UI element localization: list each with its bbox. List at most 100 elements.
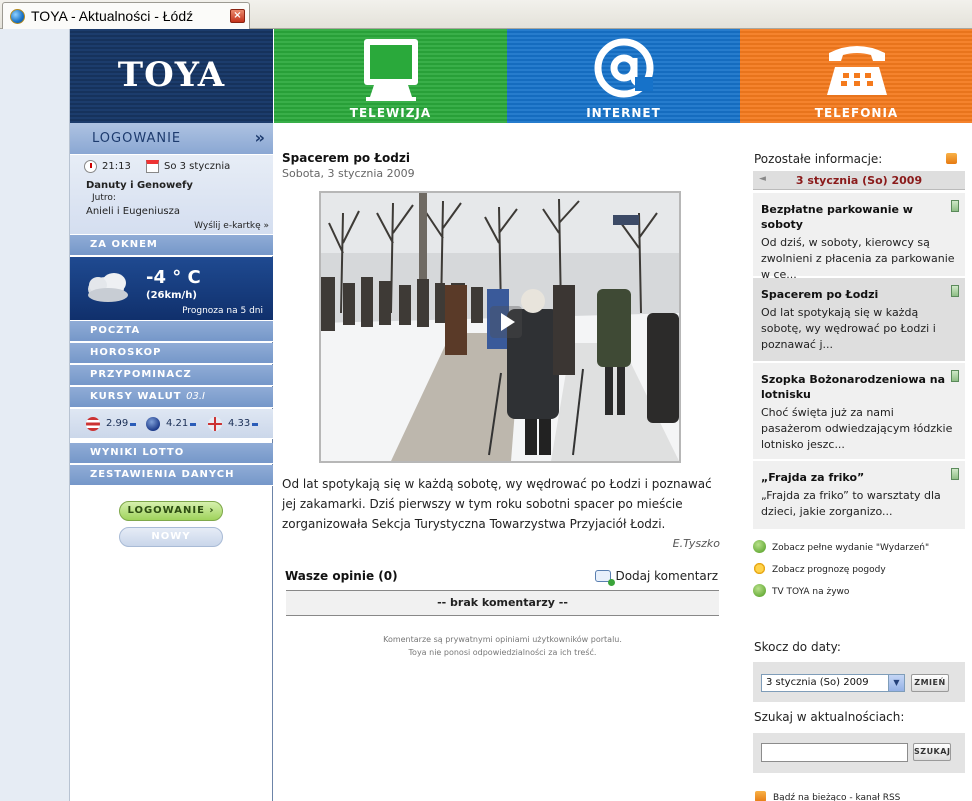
- rate-gbp: 4.33: [228, 418, 251, 429]
- nav-telephony-label: TELEFONIA: [814, 106, 899, 120]
- play-circle-icon: [753, 540, 766, 553]
- jump-to-date-panel: 3 stycznia (So) 2009 ▼ ZMIEŃ: [753, 662, 965, 702]
- rss-icon: [755, 791, 766, 801]
- rate-eur: 4.21: [166, 418, 189, 429]
- nav-television[interactable]: TELEWIZJA: [274, 29, 507, 123]
- add-comment-label: Dodaj komentarz: [615, 569, 718, 583]
- news-item-title: Spacerem po Łodzi: [761, 288, 879, 301]
- news-item[interactable]: Szopka Bożonarodzeniowa na lotnisku Choć…: [753, 363, 965, 461]
- play-circle-icon: [753, 584, 766, 597]
- search-news-label: Szukaj w aktualnościach:: [754, 710, 905, 724]
- search-input[interactable]: [761, 743, 908, 762]
- eu-flag-icon: [146, 417, 160, 431]
- telephone-icon: [826, 46, 887, 95]
- disclaimer-line-1: Komentarze są prywatnymi opiniami użytko…: [383, 635, 622, 644]
- currency-rates-date: 03.I: [186, 391, 205, 402]
- news-item-text: Choć święta już za nami pasażerom odwied…: [761, 406, 953, 451]
- bookmark-icon: [951, 285, 959, 297]
- rss-feed-link[interactable]: Bądź na bieżąco - kanał RSS: [755, 791, 900, 801]
- wind-speed: (26km/h): [146, 290, 197, 301]
- name-day-tomorrow: Anieli i Eugeniusza: [86, 206, 180, 217]
- article-title: Spacerem po Łodzi: [282, 151, 410, 165]
- browser-tab-bar: TOYA - Aktualności - Łódź ×: [0, 0, 972, 29]
- toya-logo[interactable]: TOYA: [70, 29, 273, 123]
- left-sidebar: LOGOWANIE » 21:13 So 3 stycznia Danuty i…: [70, 123, 273, 801]
- comments-disclaimer: Komentarze są prywatnymi opiniami użytko…: [286, 633, 719, 659]
- at-sign-icon: [594, 38, 653, 98]
- news-item[interactable]: Bezpłatne parkowanie w soboty Od dziś, w…: [753, 193, 965, 281]
- login-header[interactable]: LOGOWANIE »: [70, 123, 273, 155]
- weather-forecast-label: Zobacz prognozę pogody: [772, 565, 886, 575]
- news-item-text: „Frajda za friko” to warsztaty dla dziec…: [761, 489, 941, 518]
- menu-reminder[interactable]: PRZYPOMINACZ: [70, 365, 273, 386]
- menu-lotto-results[interactable]: WYNIKI LOTTO: [70, 443, 273, 464]
- article-date: Sobota, 3 stycznia 2009: [282, 167, 415, 180]
- no-comments-bar: -- brak komentarzy --: [286, 590, 719, 616]
- tab-title: TOYA - Aktualności - Łódź: [31, 8, 194, 24]
- browser-window: TOYA - Aktualności - Łódź × TOYA TELEWIZ…: [0, 0, 972, 801]
- other-info-heading: Pozostałe informacje:: [754, 152, 883, 166]
- play-icon[interactable]: [490, 306, 522, 338]
- rss-icon[interactable]: [946, 153, 957, 164]
- menu-data-summary[interactable]: ZESTAWIENIA DANYCH: [70, 465, 273, 486]
- bookmark-icon: [951, 370, 959, 382]
- bookmark-icon: [951, 200, 959, 212]
- five-day-forecast-link[interactable]: Prognoza na 5 dni: [182, 306, 263, 316]
- date-info: 21:13 So 3 stycznia Danuty i Genowefy Ju…: [70, 155, 273, 235]
- news-item[interactable]: Spacerem po Łodzi Od lat spotykają się w…: [753, 278, 965, 363]
- disclaimer-line-2: Toya nie ponosi odpowiedzialności za ich…: [408, 648, 597, 657]
- news-date-bar: ◄ 3 stycznia (So) 2009: [753, 171, 965, 190]
- date-select[interactable]: 3 stycznia (So) 2009 ▼: [761, 674, 905, 692]
- login-button-label: LOGOWANIE: [127, 505, 205, 516]
- menu-horoscope[interactable]: HOROSKOP: [70, 343, 273, 364]
- rate-eur-trend: [190, 423, 196, 426]
- browser-tab[interactable]: TOYA - Aktualności - Łódź ×: [2, 2, 250, 29]
- change-date-button[interactable]: ZMIEŃ: [911, 674, 949, 692]
- weather-forecast-link[interactable]: Zobacz prognozę pogody: [753, 562, 886, 575]
- close-tab-icon[interactable]: ×: [230, 9, 245, 23]
- tv-icon: [363, 39, 418, 101]
- cloud-icon: [88, 273, 128, 302]
- nav-internet[interactable]: INTERNET: [507, 29, 740, 123]
- page-content: TOYA TELEWIZJA INTERNET TELEFONIA LOGOWA…: [70, 29, 972, 801]
- search-button[interactable]: SZUKAJ: [913, 743, 951, 761]
- currency-rates: 2.99 4.21 4.33: [70, 409, 273, 439]
- article-body: Od lat spotykają się w każdą sobotę, wy …: [282, 477, 712, 531]
- login-button[interactable]: LOGOWANIE ›: [119, 501, 223, 521]
- chevron-right-icon: ›: [209, 505, 215, 516]
- chevron-right-icon: »: [254, 128, 265, 147]
- article-author: E.Tyszko: [672, 537, 720, 550]
- temperature: -4 ° C: [146, 267, 201, 288]
- weather-header[interactable]: ZA OKNEM: [70, 235, 273, 256]
- weather-panel: -4 ° C (26km/h) Prognoza na 5 dni: [70, 257, 273, 321]
- full-edition-link[interactable]: Zobacz pełne wydanie "Wydarzeń": [753, 540, 929, 553]
- menu-currency-rates[interactable]: KURSY WALUT 03.I: [70, 387, 273, 408]
- ie-icon: [10, 9, 25, 24]
- rate-usd-trend: [130, 423, 136, 426]
- video-player[interactable]: [319, 191, 681, 463]
- news-item-title: Szopka Bożonarodzeniowa na lotnisku: [761, 373, 946, 401]
- name-day-today: Danuty i Genowefy: [86, 180, 193, 191]
- sun-icon: [753, 562, 766, 575]
- tv-live-label: TV TOYA na żywo: [772, 587, 850, 597]
- news-item-text: Od lat spotykają się w każdą sobotę, wy …: [761, 306, 936, 351]
- login-header-label: LOGOWANIE: [92, 131, 182, 146]
- jump-to-date-label: Skocz do daty:: [754, 640, 841, 654]
- menu-mail[interactable]: POCZTA: [70, 321, 273, 342]
- rate-gbp-trend: [252, 423, 258, 426]
- new-subscriber-button[interactable]: NOWY ABONENT: [119, 527, 223, 560]
- news-item-text: Od dziś, w soboty, kierowcy są zwolnieni…: [761, 236, 955, 281]
- news-date: 3 stycznia (So) 2009: [795, 174, 923, 187]
- nav-television-label: TELEWIZJA: [349, 106, 432, 120]
- chevron-down-icon[interactable]: ▼: [888, 675, 904, 691]
- send-ecard-link[interactable]: Wyślij e-kartkę »: [194, 221, 269, 231]
- nav-telephony[interactable]: TELEFONIA: [740, 29, 972, 123]
- opinions-heading: Wasze opinie (0): [285, 569, 398, 583]
- tv-live-link[interactable]: TV TOYA na żywo: [753, 584, 849, 597]
- news-item-title: Bezpłatne parkowanie w soboty: [761, 203, 913, 231]
- news-item[interactable]: „Frajda za friko” „Frajda za friko” to w…: [753, 461, 965, 531]
- add-comment-button[interactable]: Dodaj komentarz: [595, 569, 718, 586]
- logo-text: TOYA: [117, 55, 226, 95]
- full-edition-label: Zobacz pełne wydanie "Wydarzeń": [772, 543, 930, 553]
- tomorrow-label: Jutro:: [92, 193, 116, 203]
